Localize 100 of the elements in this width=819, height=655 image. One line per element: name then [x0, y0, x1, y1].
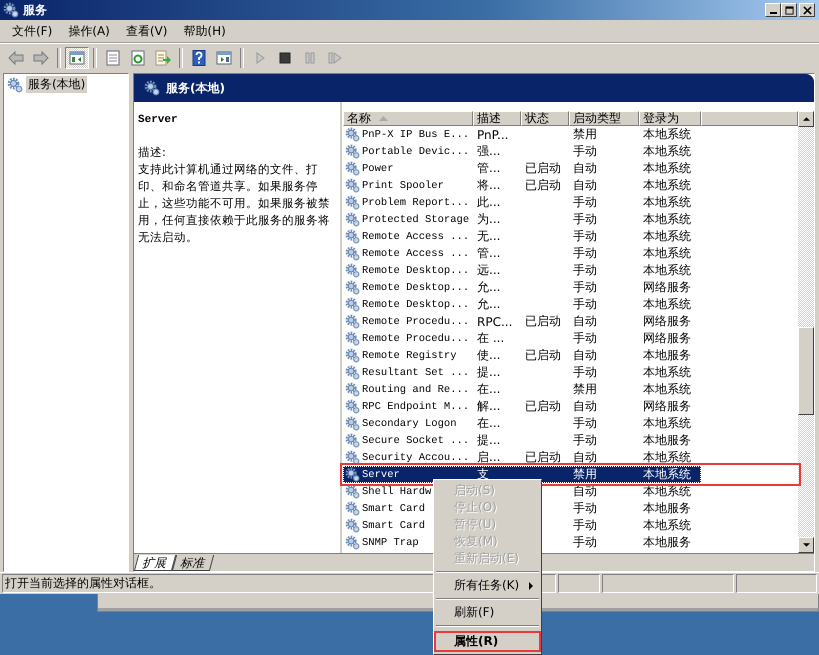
table-cell: 在 ... [477, 330, 504, 347]
table-cell[interactable]: Problem Report... [362, 196, 470, 208]
table-cell: 本地系统 [643, 449, 691, 466]
table-cell[interactable]: PnP-X IP Bus E... [362, 128, 470, 140]
table-cell[interactable]: Remote Access ... [362, 248, 470, 260]
gear-icon [345, 382, 360, 397]
table-cell: 本地系统 [643, 296, 691, 313]
close-button[interactable] [799, 3, 815, 17]
table-cell: 手动 [573, 500, 597, 517]
table-cell[interactable]: Secondary Logon [362, 418, 457, 430]
table-cell: 启... [477, 449, 500, 466]
context-menu-item[interactable]: 刷新(F) [434, 604, 541, 621]
table-cell: 手动 [573, 245, 597, 262]
table-cell: 已启动 [525, 449, 561, 466]
table-cell[interactable]: Routing and Re... [362, 384, 470, 396]
description-label: 描述: [138, 144, 167, 161]
sort-arrow-icon [379, 116, 388, 121]
menu-item[interactable]: 操作(A) [60, 22, 118, 40]
table-cell: 将... [477, 177, 500, 194]
menu-item[interactable]: 帮助(H) [175, 22, 234, 40]
table-cell[interactable]: Print Spooler [362, 180, 444, 192]
table-cell: 本地系统 [643, 466, 691, 483]
table-cell: 自动 [573, 398, 597, 415]
table-cell: 提... [477, 432, 500, 449]
table-cell[interactable]: Smart Card [362, 520, 426, 532]
pane-title: 服务(本地) [166, 80, 225, 96]
context-menu-item[interactable]: 属性(R) [434, 631, 541, 652]
column-header[interactable]: 登录为 [639, 111, 701, 126]
gear-icon [345, 246, 360, 261]
table-cell[interactable]: Shell Hardw [362, 486, 432, 498]
pane-toggle-icon [216, 50, 232, 66]
table-cell: 管... [477, 160, 500, 177]
table-cell: 已启动 [525, 347, 561, 364]
table-cell: 已启动 [525, 177, 561, 194]
table-cell: 强... [477, 143, 500, 160]
table-cell: 网络服务 [643, 279, 691, 296]
view-tab[interactable]: 扩展 [134, 555, 176, 571]
column-header[interactable]: 描述 [473, 111, 521, 126]
table-cell[interactable]: Remote Procedu... [362, 316, 470, 328]
table-cell: 已启动 [525, 313, 561, 330]
table-cell: 手动 [573, 211, 597, 228]
gear-icon [345, 127, 360, 142]
scroll-up-button[interactable] [798, 111, 814, 127]
tree-item[interactable]: 服务(本地) [26, 76, 88, 93]
help-icon [191, 50, 207, 66]
table-cell[interactable]: Smart Card [362, 502, 426, 514]
gear-icon [3, 2, 19, 18]
table-cell[interactable]: Remote Desktop... [362, 298, 470, 310]
context-menu-item[interactable]: 所有任务(K) [434, 577, 541, 594]
table-cell: 手动 [573, 534, 597, 551]
table-cell[interactable]: SNMP Trap [362, 536, 419, 548]
table-cell[interactable]: Power [362, 162, 394, 174]
gear-icon [345, 297, 360, 312]
menu-item[interactable]: 查看(V) [118, 22, 176, 40]
gear-icon [345, 331, 360, 346]
gear-icon [345, 450, 360, 465]
view-tab[interactable]: 标准 [172, 555, 214, 571]
table-cell: 支 [477, 466, 489, 483]
table-cell: 手动 [573, 517, 597, 534]
scrollbar-thumb[interactable] [798, 327, 814, 415]
up-arrow-icon [802, 117, 810, 121]
minimize-button[interactable] [765, 3, 781, 17]
table-cell[interactable]: Remote Desktop... [362, 264, 470, 276]
gear-icon [345, 484, 360, 499]
table-cell[interactable]: Server [362, 468, 400, 480]
table-cell[interactable]: Resultant Set ... [362, 366, 470, 378]
scroll-down-button[interactable] [798, 537, 814, 553]
column-header[interactable]: 启动类型 [569, 111, 639, 126]
gear-icon [345, 365, 360, 380]
maximize-icon [784, 6, 794, 14]
gear-icon [345, 178, 360, 193]
column-header[interactable]: 状态 [521, 111, 569, 126]
table-cell[interactable]: Remote Access ... [362, 230, 470, 242]
table-cell: 手动 [573, 279, 597, 296]
gear-icon [345, 416, 360, 431]
vertical-scrollbar[interactable] [798, 111, 814, 553]
table-cell[interactable]: Remote Desktop... [362, 282, 470, 294]
table-cell: 已启动 [525, 398, 561, 415]
gear-icon [345, 535, 360, 550]
table-cell: 解... [477, 398, 500, 415]
window-title: 服务 [23, 2, 48, 18]
status-text: 打开当前选择的属性对话框。 [5, 575, 161, 592]
table-cell[interactable]: Security Accou... [362, 452, 470, 464]
table-cell: 管... [477, 245, 500, 262]
table-cell[interactable]: Portable Devic... [362, 146, 470, 158]
gear-icon [345, 263, 360, 278]
table-cell[interactable]: Remote Procedu... [362, 332, 470, 344]
back-arrow-icon [8, 50, 24, 66]
table-cell: 手动 [573, 364, 597, 381]
table-cell[interactable]: RPC Endpoint M... [362, 400, 470, 412]
submenu-arrow-icon [529, 582, 533, 590]
gear-icon [345, 518, 360, 533]
table-cell[interactable]: Secure Socket ... [362, 434, 470, 446]
table-cell[interactable]: Protected Storage [362, 214, 470, 226]
table-cell: 本地系统 [643, 211, 691, 228]
toolbar-button[interactable] [65, 46, 89, 68]
maximize-button[interactable] [781, 3, 797, 17]
column-header[interactable]: 名称 [343, 111, 473, 126]
menu-item[interactable]: 文件(F) [4, 22, 60, 40]
table-cell[interactable]: Remote Registry [362, 350, 457, 362]
